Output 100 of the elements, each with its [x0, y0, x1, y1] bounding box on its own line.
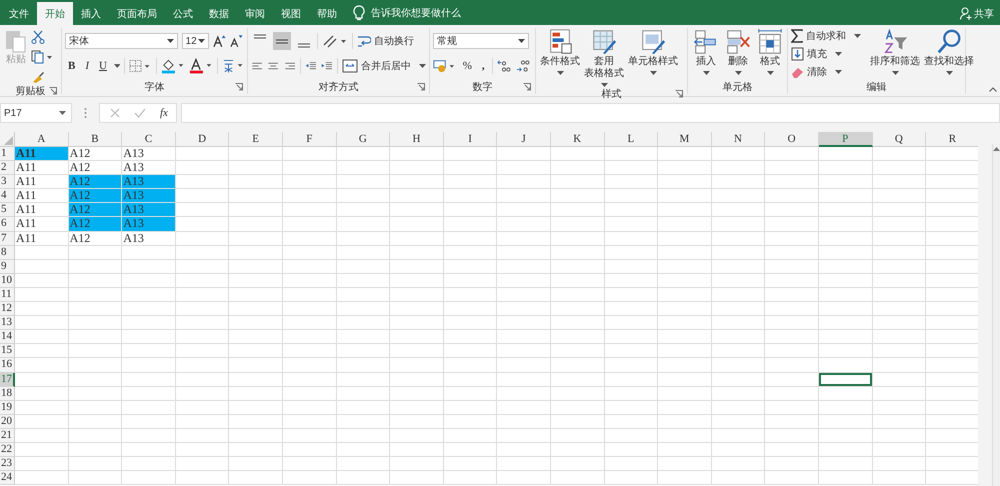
- ribbon-tab[interactable]: 数据: [201, 2, 237, 25]
- sort-filter-button[interactable]: 排序和筛选: [869, 28, 921, 75]
- column-header[interactable]: G: [336, 132, 390, 147]
- tell-me-search[interactable]: 告诉我你想要做什么: [371, 2, 461, 25]
- currency-icon[interactable]: [433, 58, 456, 74]
- percent-button[interactable]: %: [460, 60, 475, 72]
- cells-button[interactable]: 删除: [723, 28, 753, 75]
- dialog-launcher-icon[interactable]: [49, 87, 57, 95]
- row-header[interactable]: 18: [0, 386, 15, 401]
- decrease-font-size-icon[interactable]: [230, 34, 244, 48]
- row-header[interactable]: 15: [0, 344, 15, 358]
- column-header[interactable]: K: [550, 132, 605, 147]
- scissors-icon[interactable]: [31, 30, 45, 44]
- column-header[interactable]: D: [176, 132, 230, 147]
- middle-align-icon[interactable]: [273, 32, 291, 50]
- underline-button[interactable]: U: [96, 60, 110, 72]
- cells-button[interactable]: 格式: [755, 28, 785, 75]
- caret-icon[interactable]: [114, 64, 120, 68]
- ribbon-tab[interactable]: 文件: [1, 2, 37, 25]
- column-header[interactable]: I: [444, 132, 498, 147]
- row-header[interactable]: 9: [0, 260, 15, 274]
- borders-icon[interactable]: [129, 59, 152, 73]
- row-header[interactable]: 6: [0, 217, 15, 232]
- column-header[interactable]: R: [926, 132, 978, 147]
- vertical-scrollbar[interactable]: [992, 144, 1000, 486]
- row-header[interactable]: 8: [0, 246, 15, 260]
- ribbon-tab[interactable]: 插入: [73, 2, 109, 25]
- find-select-button[interactable]: 查找和选择: [923, 28, 975, 75]
- row-header[interactable]: 20: [0, 414, 15, 429]
- check-icon[interactable]: [134, 108, 146, 118]
- column-header[interactable]: A: [15, 132, 69, 147]
- row-header[interactable]: 7: [0, 232, 15, 246]
- row-header[interactable]: 10: [0, 274, 15, 288]
- name-box[interactable]: P17: [0, 103, 72, 123]
- number-format-field[interactable]: 常规: [433, 33, 529, 49]
- style-button[interactable]: 单元格样式: [627, 28, 679, 75]
- cells-button[interactable]: 插入: [691, 28, 721, 75]
- copy-icon[interactable]: [31, 50, 53, 64]
- dialog-launcher-icon[interactable]: [417, 83, 425, 91]
- dialog-launcher-icon[interactable]: [235, 83, 243, 91]
- row-header[interactable]: 2: [0, 161, 15, 176]
- ribbon-tab[interactable]: 审阅: [237, 2, 273, 25]
- style-button[interactable]: 条件格式: [539, 28, 581, 75]
- comma-button[interactable]: ,: [478, 60, 488, 72]
- scroll-up-icon[interactable]: [993, 147, 1000, 151]
- formula-input[interactable]: [180, 103, 1000, 123]
- font-color-icon[interactable]: [188, 58, 213, 74]
- row-header[interactable]: 19: [0, 400, 15, 415]
- format-painter-icon[interactable]: [31, 70, 45, 84]
- fill-color-icon[interactable]: [160, 58, 185, 74]
- row-header[interactable]: 12: [0, 302, 15, 316]
- increase-font-size-icon[interactable]: [212, 34, 226, 48]
- italic-button[interactable]: I: [82, 60, 92, 72]
- font-name-field[interactable]: 宋体: [65, 33, 178, 49]
- ribbon-tab[interactable]: 页面布局: [109, 2, 165, 25]
- column-header[interactable]: H: [390, 132, 444, 147]
- row-header[interactable]: 24: [0, 471, 15, 486]
- column-header[interactable]: O: [765, 132, 819, 147]
- orientation-icon[interactable]: [322, 33, 348, 49]
- fill-button[interactable]: 填充: [791, 47, 861, 61]
- row-header[interactable]: 22: [0, 442, 15, 458]
- row-header[interactable]: 13: [0, 316, 15, 330]
- row-header[interactable]: 3: [0, 175, 15, 190]
- column-header[interactable]: C: [122, 132, 176, 147]
- column-header[interactable]: E: [229, 132, 283, 147]
- merge-center-button[interactable]: 合并后居中: [342, 59, 426, 73]
- clear-button[interactable]: 清除: [791, 65, 861, 79]
- row-header[interactable]: 11: [0, 288, 15, 302]
- row-header[interactable]: 4: [0, 189, 15, 204]
- collapse-ribbon-icon[interactable]: [989, 87, 997, 92]
- row-header[interactable]: 1: [0, 147, 15, 162]
- wrap-text-button[interactable]: 自动换行: [357, 34, 414, 48]
- active-cell[interactable]: [818, 372, 872, 387]
- dialog-launcher-icon[interactable]: [675, 90, 683, 98]
- ribbon-tab[interactable]: 开始: [37, 2, 73, 25]
- column-header[interactable]: Q: [872, 132, 926, 147]
- ribbon-tab[interactable]: 公式: [165, 2, 201, 25]
- phonetic-guide-icon[interactable]: [222, 58, 244, 74]
- row-header[interactable]: 17: [0, 372, 15, 387]
- grip-icon[interactable]: [84, 107, 87, 119]
- column-header[interactable]: P: [818, 132, 872, 147]
- column-header[interactable]: F: [282, 132, 337, 147]
- style-button[interactable]: 套用 表格格式: [583, 28, 625, 87]
- bold-button[interactable]: B: [65, 60, 78, 72]
- column-header[interactable]: M: [658, 132, 712, 147]
- dialog-launcher-icon[interactable]: [523, 83, 531, 91]
- column-header[interactable]: L: [604, 132, 658, 147]
- row-header[interactable]: 16: [0, 358, 15, 372]
- ribbon-tab[interactable]: 帮助: [309, 2, 345, 25]
- decrease-decimal-icon[interactable]: [516, 58, 532, 74]
- row-header[interactable]: 5: [0, 203, 15, 218]
- row-header[interactable]: 23: [0, 457, 15, 472]
- column-header[interactable]: N: [712, 132, 766, 147]
- autosum-button[interactable]: 自动求和: [791, 29, 861, 43]
- share-button[interactable]: 共享: [954, 2, 1000, 25]
- font-size-field[interactable]: 12: [182, 33, 209, 49]
- increase-decimal-icon[interactable]: [496, 58, 512, 74]
- column-header[interactable]: B: [68, 132, 122, 147]
- row-header[interactable]: 21: [0, 428, 15, 443]
- ribbon-tab[interactable]: 视图: [273, 2, 309, 25]
